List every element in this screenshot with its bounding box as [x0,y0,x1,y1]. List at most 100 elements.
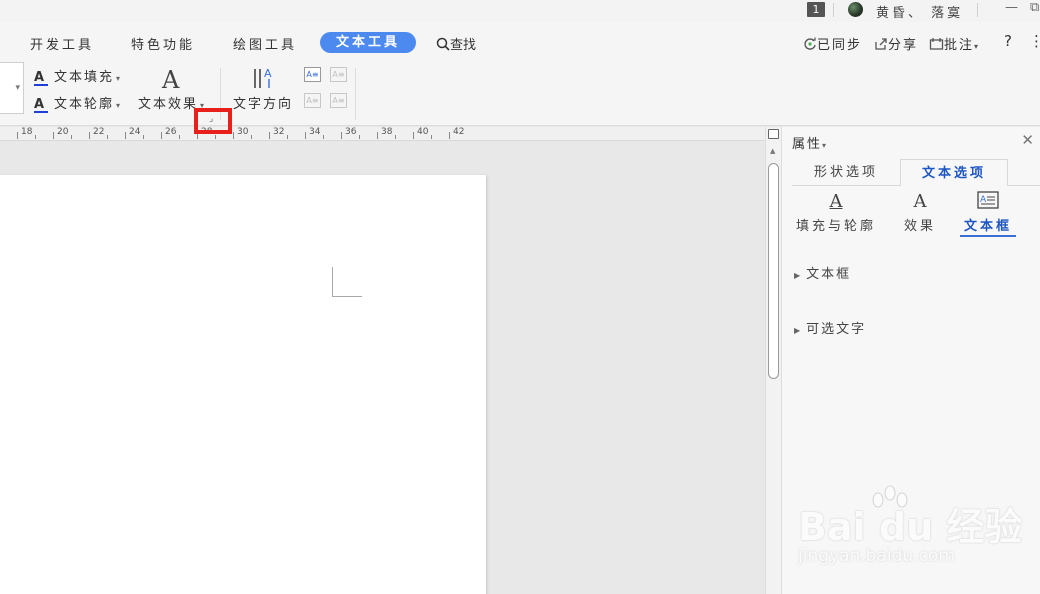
chevron-down-icon: ▾ [822,141,827,150]
search-label: 查找 [450,38,477,53]
ruler-label: 40 [417,127,429,137]
ribbon-tab-bar: 开发工具 特色功能 绘图工具 文本工具 查找 已同步 分享 批注▾ ? ⋮ [0,22,1040,62]
document-canvas [0,142,765,594]
section-label: 文本框 [806,267,852,282]
section-textbox[interactable]: ▶ 文本框 [794,263,851,282]
ruler-tick [305,132,306,139]
ruler-tick [377,132,378,139]
sync-icon [804,37,816,50]
split-view-button[interactable] [768,129,779,139]
chevron-down-icon: ▾ [15,83,20,93]
ruler-minor-tick [107,135,108,139]
ruler-label: 18 [21,127,33,137]
search-button[interactable]: 查找 [436,34,476,53]
section-label: 可选文字 [806,322,867,337]
section-alt-text[interactable]: ▶ 可选文字 [794,318,866,337]
page-count-badge[interactable]: 1 [807,2,825,17]
ruler-label: 32 [273,127,285,137]
paw-icon [872,485,908,508]
textbox-break-icon: A≡ [330,93,347,108]
tab-text-options[interactable]: 文本选项 [900,159,1008,186]
ruler-minor-tick [179,135,180,139]
ruler-label: 38 [381,127,393,137]
text-fill-icon: A [34,70,48,86]
divider [355,68,356,120]
textbox-icon: A [960,191,1016,215]
ruler-tick [269,132,270,139]
close-icon[interactable]: ✕ [1021,131,1034,149]
text-effect-icon[interactable]: A [162,66,179,94]
comment-label: 批注 [944,38,975,53]
tab-developer-tools[interactable]: 开发工具 [30,34,94,53]
dialog-launcher-highlight[interactable]: ⌟ [194,108,232,134]
fill-outline-icon: A [829,191,843,212]
ruler-minor-tick [323,135,324,139]
ruler-label: 30 [237,127,249,137]
textbox-align-icon[interactable]: A≡ [304,67,321,82]
ruler-minor-tick [71,135,72,139]
text-outline-icon: A [34,97,48,113]
text-fill-label: 文本填充 [54,70,115,85]
baidu-watermark: Bai du 经验 jingyan.baidu.com [798,484,1022,574]
ruler-tick [341,132,342,139]
tab-drawing-tools[interactable]: 绘图工具 [233,34,297,53]
ruler-label: 42 [453,127,465,137]
comment-button[interactable]: 批注▾ [929,34,980,53]
style-gallery-dropdown[interactable]: ▾ [0,62,24,114]
subtab-label: 文本框 [963,219,1012,234]
user-name[interactable]: 黄昏、 落寞 [876,2,963,21]
divider [833,3,834,17]
ruler-label: 20 [57,127,69,137]
ruler-label: 26 [165,127,177,137]
minimize-button[interactable]: — [1005,0,1018,15]
subtab-effects[interactable]: A 效果 [900,191,940,234]
help-button[interactable]: ? [1004,32,1014,50]
text-effect-label: 文本效果 [138,97,199,112]
expand-arrow-icon: ▶ [794,271,801,280]
ribbon-toolbar: ▾ A 文本填充 ▾ A 文本轮廓 ▾ A 文本效果 ▾ A 文字方向 A≡ A≡ A≡ … [0,62,1040,126]
ruler-minor-tick [359,135,360,139]
share-button[interactable]: 分享 [874,34,918,53]
share-icon [875,38,887,50]
ruler-label: 24 [129,127,141,137]
chevron-down-icon: ▾ [116,101,121,110]
scroll-up-icon[interactable]: ▲ [770,147,775,155]
document-page[interactable] [0,175,486,594]
subtab-label: 填充与轮廓 [796,219,877,234]
ruler-tick [413,132,414,139]
svg-text:A: A [264,67,272,80]
subtab-textbox[interactable]: A 文本框 [960,191,1016,237]
avatar[interactable] [848,2,863,17]
tab-text-tools[interactable]: 文本工具 [320,32,417,53]
subtab-label: 效果 [903,219,936,234]
sync-status[interactable]: 已同步 [803,34,862,53]
text-outline-label: 文本轮廓 [54,97,115,112]
sync-label: 已同步 [817,38,863,53]
ruler-tick [53,132,54,139]
text-direction-icon[interactable]: A [252,66,276,90]
expand-arrow-icon: ▶ [794,326,801,335]
ruler-minor-tick [431,135,432,139]
panel-title-label: 属性 [792,137,823,152]
restore-button[interactable]: ⧉ [1030,0,1039,15]
watermark-url: jingyan.baidu.com [798,546,955,566]
ruler-tick [125,132,126,139]
comment-icon [929,38,944,50]
ruler-tick [17,132,18,139]
ruler-minor-tick [287,135,288,139]
tab-shape-options[interactable]: 形状选项 [792,159,900,186]
textbox-wrap-icon: A≡ [330,67,347,82]
text-outline-button[interactable]: A 文本轮廓 ▾ [34,93,121,113]
vertical-scrollbar[interactable]: ▲ [765,127,781,594]
text-fill-button[interactable]: A 文本填充 ▾ [34,66,120,86]
panel-title[interactable]: 属性▾ [792,133,826,152]
horizontal-ruler[interactable]: 18 20 22 24 26 28 30 32 34 36 38 40 42 [0,127,765,141]
subtab-fill-outline[interactable]: A 填充与轮廓 [796,191,876,234]
textbox-link-icon: A≡ [304,93,321,108]
text-direction-label[interactable]: 文字方向 [233,93,293,112]
more-options-button[interactable]: ⋮ [1029,32,1040,50]
ruler-tick [89,132,90,139]
scroll-thumb[interactable] [768,163,779,379]
ruler-minor-tick [143,135,144,139]
tab-special-features[interactable]: 特色功能 [131,34,195,53]
